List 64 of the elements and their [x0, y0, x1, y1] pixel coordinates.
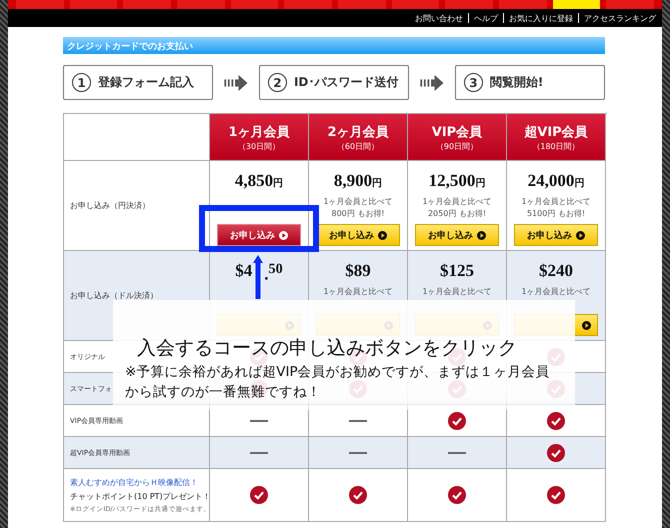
play-icon [378, 230, 387, 240]
step-label: 閲覧開始! [490, 74, 544, 91]
plan-name: VIP会員 [432, 124, 482, 140]
step-number: 2 [268, 73, 287, 92]
price: 4,850円 [234, 171, 284, 192]
price: 24,000円 [528, 171, 584, 192]
arrow-icon [253, 255, 263, 299]
dash-icon [448, 452, 466, 454]
dash-icon [349, 452, 367, 454]
dash-icon [250, 420, 268, 422]
header-link[interactable]: お気に入りに登録 [509, 12, 573, 24]
price: $4 [235, 261, 252, 282]
header-link[interactable]: アクセスランキング [584, 12, 656, 24]
step-number: 1 [72, 73, 91, 92]
savings-note: 1ヶ月会員と比べて [521, 196, 591, 208]
price: $240 [539, 261, 573, 282]
plan-name: 2ヶ月会員 [327, 124, 389, 140]
savings-note: 1ヶ月会員と比べて [323, 196, 393, 208]
bonus-text: チャットポイント(10 PT)プレゼント！ [70, 490, 211, 502]
check-icon [547, 444, 565, 462]
price: $89 [345, 261, 371, 282]
savings-note: 2050円 もお得! [428, 208, 486, 220]
apply-button[interactable]: お申し込み [316, 224, 400, 246]
nav-tab[interactable] [552, 0, 600, 9]
dash-icon [250, 452, 268, 454]
price: 8,900円 [334, 171, 382, 192]
header-link[interactable]: ヘルプ [474, 12, 498, 24]
section-title: クレジットカードでのお支払い [63, 37, 605, 54]
step-label: 登録フォーム記入 [98, 74, 194, 91]
price-cents: .$^{50}$ [264, 261, 283, 283]
savings-note: 1ヶ月会員と比べて [422, 196, 492, 208]
plan-duration: （90日間） [436, 140, 478, 152]
header-link[interactable]: お問い合わせ [415, 12, 463, 24]
check-icon [547, 486, 565, 504]
check-icon [349, 486, 367, 504]
plan-duration: （30日間） [238, 140, 280, 152]
savings-note: 5100円 もお得! [526, 208, 586, 220]
plan-duration: （60日間） [336, 140, 380, 152]
apply-button[interactable]: お申し込み [217, 224, 301, 246]
price: $125 [440, 261, 474, 282]
check-icon [448, 412, 466, 430]
play-icon [576, 230, 585, 240]
arrow-icon [224, 74, 248, 90]
play-icon [477, 230, 486, 240]
check-icon [250, 486, 268, 504]
play-icon [279, 230, 288, 240]
dash-icon [349, 420, 367, 422]
savings-note: 1ヶ月会員と比べて [521, 286, 591, 298]
apply-button[interactable]: お申し込み [514, 224, 598, 246]
plan-duration: （180日間） [532, 140, 580, 152]
step-label: ID･パスワード送付 [294, 74, 398, 91]
play-icon [582, 320, 591, 330]
savings-note: 1ヶ月会員と比べて [422, 286, 492, 298]
check-icon [547, 412, 565, 430]
bonus-link[interactable]: 素人むすめが自宅からＨ映像配信！ [70, 476, 198, 488]
plan-name: 1ヶ月会員 [228, 124, 290, 140]
check-icon [448, 486, 466, 504]
step-number: 3 [464, 73, 483, 92]
plan-name: 超VIP会員 [524, 124, 588, 140]
apply-button[interactable]: お申し込み [415, 224, 499, 246]
price: 12,500円 [428, 171, 486, 192]
savings-note: 1ヶ月会員と比べて [323, 286, 393, 298]
arrow-icon [420, 74, 444, 90]
savings-note: 800円 もお得! [331, 208, 385, 220]
